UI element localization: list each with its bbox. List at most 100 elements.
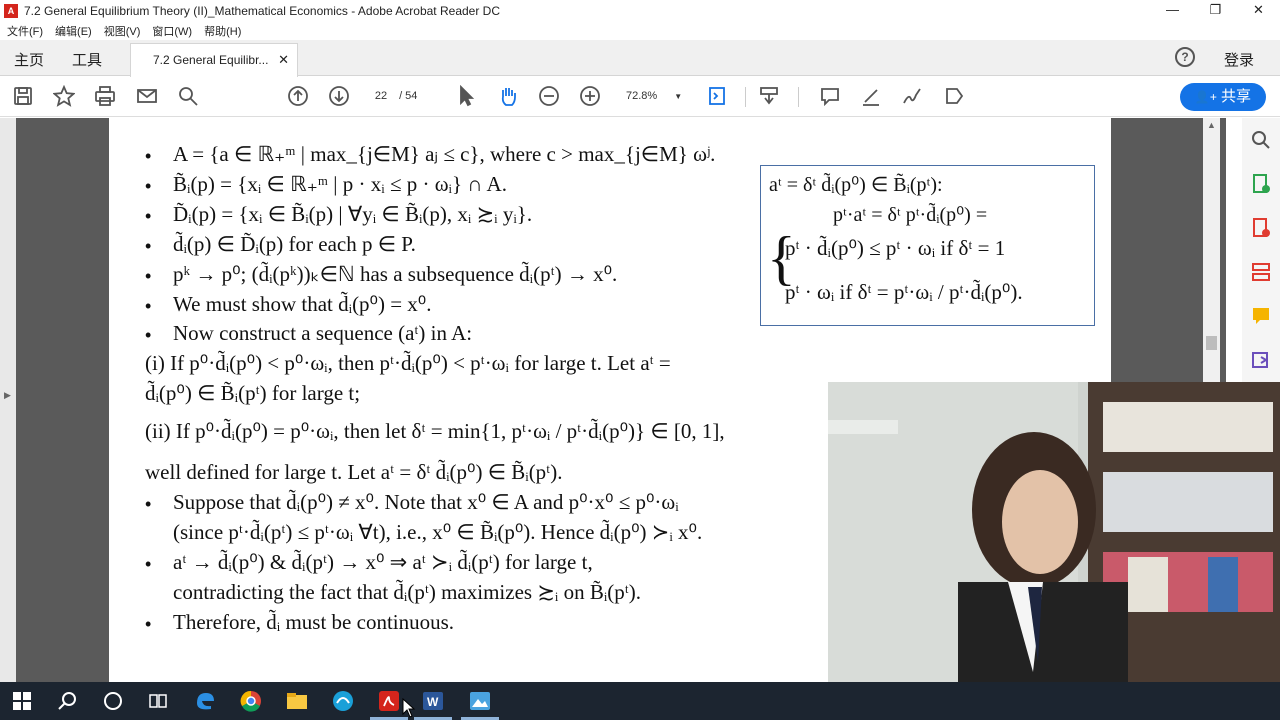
- next-page-icon[interactable]: [327, 85, 351, 109]
- share-button[interactable]: 👤+ 共享: [1180, 83, 1266, 111]
- windows-start-icon[interactable]: [10, 689, 34, 713]
- webcam-video: [828, 382, 1280, 682]
- math-line: A = {a ∈ ℝ₊ᵐ | max_{j∈M} aⱼ ≤ c}, where …: [173, 142, 716, 166]
- menu-window[interactable]: 窗口(W): [152, 23, 192, 39]
- math-line: (since pᵗ·d̃ᵢ(pᵗ) ≤ pᵗ·ωᵢ ∀t), i.e., x⁰ …: [173, 520, 703, 544]
- acrobat-icon[interactable]: [377, 689, 401, 713]
- login-button[interactable]: 登录: [1224, 49, 1254, 70]
- scroll-mode-icon[interactable]: [757, 85, 781, 109]
- toolbar: 22 / 54 72.8% ▼ 👤+ 共享: [0, 77, 1280, 117]
- export-pdf-icon[interactable]: [1249, 172, 1273, 196]
- tab-bar: 主页 工具 7.2 General Equilibr... ✕ ? 登录: [0, 40, 1280, 77]
- zoom-in-icon[interactable]: [578, 85, 602, 109]
- math-line: D̃ᵢ(p) = {xᵢ ∈ B̃ᵢ(p) | ∀yᵢ ∈ B̃ᵢ(p), xᵢ…: [173, 202, 533, 226]
- box-line: pᵗ·aᵗ = δᵗ pᵗ·d̃ᵢ(p⁰) =: [833, 204, 988, 226]
- print-icon[interactable]: [93, 85, 117, 109]
- comment-tool-icon[interactable]: [1249, 304, 1273, 328]
- bullet: •: [145, 296, 152, 316]
- tab-document-label: 7.2 General Equilibr...: [153, 53, 269, 67]
- box-line: aᵗ = δᵗ d̃ᵢ(p⁰) ∈ B̃ᵢ(pᵗ):: [769, 174, 943, 196]
- create-pdf-icon[interactable]: [1249, 216, 1273, 240]
- minimize-button[interactable]: —: [1151, 0, 1194, 22]
- toolbar-divider: [745, 87, 746, 107]
- title-bar: A 7.2 General Equilibrium Theory (II)_Ma…: [0, 0, 1280, 22]
- math-line: pᵏ → p⁰; (d̃ᵢ(pᵏ))ₖ∈ℕ has a subsequence …: [173, 262, 618, 286]
- highlight-pen-icon[interactable]: [859, 85, 883, 109]
- chevron-down-icon: ▼: [674, 92, 683, 101]
- box-line: pᵗ · d̃ᵢ(p⁰) ≤ pᵗ · ωᵢ if δᵗ = 1: [785, 236, 1006, 260]
- zoom-out-icon[interactable]: [537, 85, 561, 109]
- file-explorer-icon[interactable]: [285, 689, 309, 713]
- svg-text:W: W: [427, 695, 439, 709]
- bullet: •: [145, 554, 152, 574]
- send-for-review-icon[interactable]: [1249, 348, 1273, 372]
- math-line: Now construct a sequence (aᵗ) in A:: [173, 321, 473, 345]
- fill-sign-icon[interactable]: [942, 85, 966, 109]
- bullet: •: [145, 494, 152, 514]
- pdf-icon: A: [4, 4, 18, 18]
- comment-icon[interactable]: [818, 85, 842, 109]
- menu-help[interactable]: 帮助(H): [204, 23, 241, 39]
- cortana-icon[interactable]: [101, 689, 125, 713]
- chrome-icon[interactable]: [239, 689, 263, 713]
- bullet: •: [145, 325, 152, 345]
- math-line: B̃ᵢ(p) = {xᵢ ∈ ℝ₊ᵐ | p · xᵢ ≤ p · ωᵢ} ∩ …: [173, 172, 507, 196]
- bullet: •: [145, 206, 152, 226]
- menu-edit[interactable]: 编辑(E): [55, 23, 92, 39]
- email-icon[interactable]: [135, 85, 159, 109]
- tab-close-icon[interactable]: ✕: [278, 52, 289, 68]
- window-title: 7.2 General Equilibrium Theory (II)_Math…: [24, 4, 500, 18]
- tab-tools[interactable]: 工具: [72, 49, 102, 70]
- tab-document[interactable]: 7.2 General Equilibr... ✕: [130, 43, 298, 77]
- page-number-box[interactable]: 22 / 54: [366, 85, 424, 107]
- bullet: •: [145, 146, 152, 166]
- math-line: We must show that d̃ᵢ(p⁰) = x⁰.: [173, 292, 432, 316]
- math-line: (i) If p⁰·d̃ᵢ(p⁰) < p⁰·ωᵢ, then pᵗ·d̃ᵢ(p…: [145, 351, 671, 375]
- search-icon[interactable]: [1249, 128, 1273, 152]
- task-view-icon[interactable]: [146, 689, 170, 713]
- fit-page-icon[interactable]: [706, 85, 730, 109]
- menu-bar: 文件(F) 编辑(E) 视图(V) 窗口(W) 帮助(H): [0, 22, 1280, 40]
- search-icon[interactable]: [56, 689, 80, 713]
- bullet: •: [145, 236, 152, 256]
- mouse-cursor-icon: [402, 698, 416, 718]
- page-current-input[interactable]: 22: [370, 85, 392, 107]
- menu-view[interactable]: 视图(V): [104, 23, 141, 39]
- organize-pages-icon[interactable]: [1249, 260, 1273, 284]
- math-line: d̃ᵢ(p) ∈ D̃ᵢ(p) for each p ∈ P.: [173, 232, 416, 256]
- math-line: d̃ᵢ(p⁰) ∈ B̃ᵢ(pᵗ) for large t;: [145, 381, 361, 405]
- bullet: •: [145, 266, 152, 286]
- edge-icon[interactable]: [193, 689, 217, 713]
- search-icon[interactable]: [176, 85, 200, 109]
- tab-home[interactable]: 主页: [14, 49, 44, 70]
- math-line: aᵗ → d̃ᵢ(p⁰) & d̃ᵢ(pᵗ) → x⁰ ⇒ aᵗ ≻ᵢ d̃ᵢ(…: [173, 550, 593, 574]
- select-cursor-icon[interactable]: [454, 84, 478, 109]
- save-icon[interactable]: [11, 85, 35, 109]
- zoom-value: 72.8%: [626, 90, 658, 102]
- boxed-note: aᵗ = δᵗ d̃ᵢ(p⁰) ∈ B̃ᵢ(pᵗ): pᵗ·aᵗ = δᵗ pᵗ…: [760, 165, 1095, 326]
- math-line: Suppose that d̃ᵢ(p⁰) ≠ x⁰. Note that x⁰ …: [173, 490, 679, 514]
- scroll-thumb[interactable]: [1206, 336, 1217, 350]
- sign-icon[interactable]: [900, 85, 924, 109]
- help-icon[interactable]: ?: [1175, 47, 1195, 67]
- bookmark-star-icon[interactable]: [52, 84, 76, 109]
- math-line: contradicting the fact that d̃ᵢ(pᵗ) maxi…: [173, 580, 642, 604]
- share-person-icon: 👤+: [1194, 90, 1217, 104]
- restore-button[interactable]: ❐: [1194, 0, 1237, 22]
- photos-icon[interactable]: [468, 689, 492, 713]
- zoom-select[interactable]: 72.8% ▼: [620, 85, 686, 107]
- right-tools-panel: [1242, 118, 1280, 388]
- math-line: well defined for large t. Let aᵗ = δᵗ d̃…: [145, 460, 563, 484]
- left-panel-toggle[interactable]: ▶: [0, 118, 16, 682]
- app-icon[interactable]: [331, 689, 355, 713]
- menu-file[interactable]: 文件(F): [7, 23, 43, 39]
- word-icon[interactable]: W: [421, 689, 445, 713]
- share-label: 共享: [1221, 88, 1252, 105]
- close-button[interactable]: ✕: [1237, 0, 1280, 22]
- expand-arrow-icon: ▶: [4, 390, 11, 400]
- presenter-video-frame: [828, 382, 1280, 682]
- bullet: •: [145, 614, 152, 634]
- hand-tool-icon[interactable]: [496, 85, 520, 109]
- scroll-up-icon[interactable]: ▲: [1207, 120, 1216, 130]
- previous-page-icon[interactable]: [286, 85, 310, 109]
